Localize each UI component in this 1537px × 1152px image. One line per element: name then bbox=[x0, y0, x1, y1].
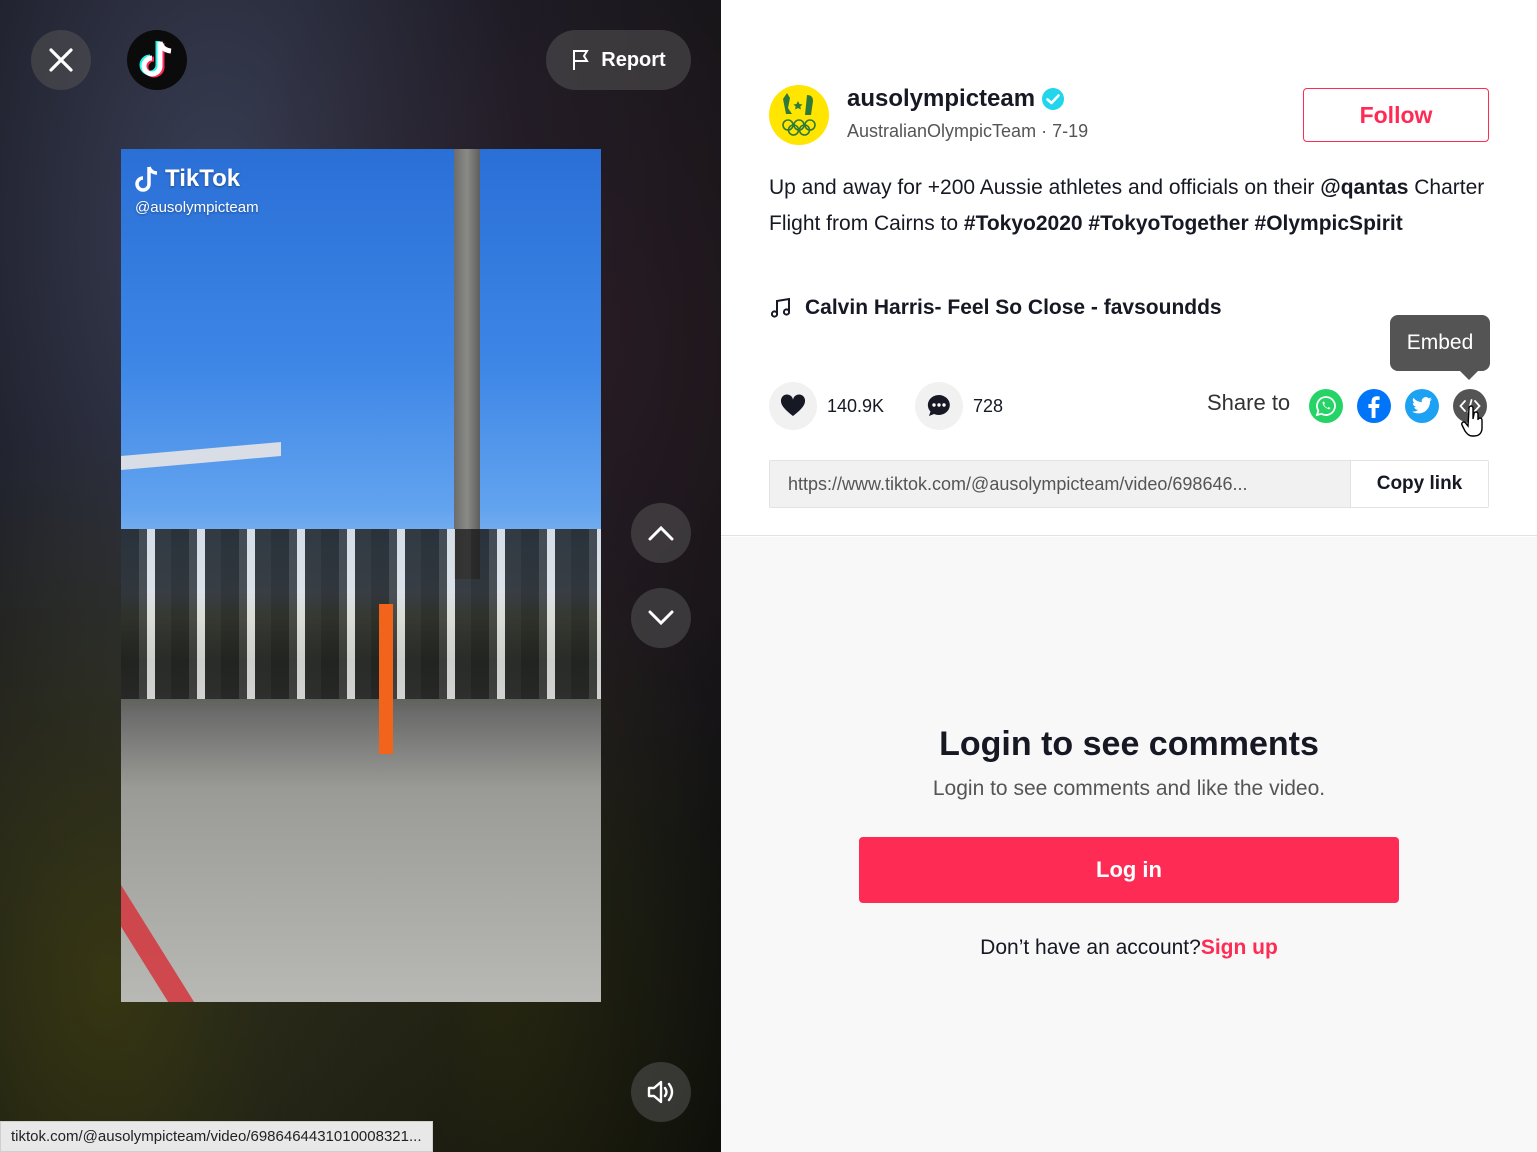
crowd bbox=[121, 529, 601, 699]
watermark-handle: @ausolympicteam bbox=[135, 199, 259, 216]
chevron-up-icon bbox=[648, 525, 674, 541]
meta-separator: · bbox=[1036, 121, 1053, 141]
volume-button[interactable] bbox=[631, 1062, 691, 1122]
signup-prompt: Don’t have an account? bbox=[980, 936, 1201, 959]
copy-link-button[interactable]: Copy link bbox=[1350, 461, 1488, 507]
login-button[interactable]: Log in bbox=[859, 837, 1399, 903]
music-link[interactable]: Calvin Harris- Feel So Close - favsoundd… bbox=[769, 296, 1222, 320]
login-gate-title: Login to see comments bbox=[939, 725, 1319, 763]
comment-button[interactable] bbox=[915, 382, 963, 430]
video-caption: Up and away for +200 Aussie athletes and… bbox=[769, 170, 1499, 242]
share-link-box: https://www.tiktok.com/@ausolympicteam/v… bbox=[769, 460, 1489, 508]
like-count: 140.9K bbox=[827, 395, 885, 416]
share-label: Share to bbox=[1207, 390, 1291, 415]
avatar[interactable] bbox=[769, 85, 829, 145]
hashtag-tokyotogether[interactable]: #TokyoTogether bbox=[1088, 212, 1248, 235]
heart-icon bbox=[780, 394, 806, 416]
twitter-icon bbox=[1412, 397, 1432, 414]
video-player[interactable]: TikTok @ausolympicteam bbox=[121, 149, 601, 1002]
status-bar-url: tiktok.com/@ausolympicteam/video/6986464… bbox=[0, 1121, 433, 1152]
music-note-icon bbox=[770, 297, 791, 318]
post-date: 7-19 bbox=[1052, 121, 1089, 141]
comment-stat: 728 bbox=[915, 382, 1003, 430]
share-whatsapp-button[interactable] bbox=[1309, 389, 1343, 423]
whatsapp-icon bbox=[1315, 396, 1336, 417]
signup-link[interactable]: Sign up bbox=[1201, 936, 1278, 959]
like-stat: 140.9K bbox=[769, 382, 884, 430]
hashtag-olympicspirit[interactable]: #OlympicSpirit bbox=[1255, 212, 1403, 235]
comments-panel: Login to see comments Login to see comme… bbox=[721, 537, 1537, 1152]
like-button[interactable] bbox=[769, 382, 817, 430]
report-button[interactable]: Report bbox=[546, 30, 691, 90]
traffic-pole bbox=[379, 604, 393, 754]
close-button[interactable] bbox=[31, 30, 91, 90]
close-icon bbox=[49, 48, 73, 72]
comment-icon bbox=[927, 394, 950, 416]
tiktok-logo-icon bbox=[139, 41, 172, 78]
follow-button[interactable]: Follow bbox=[1303, 88, 1489, 142]
report-label: Report bbox=[601, 48, 666, 71]
author-username[interactable]: ausolympicteam bbox=[847, 85, 1065, 113]
share-twitter-button[interactable] bbox=[1405, 389, 1439, 423]
plane-wing bbox=[121, 442, 281, 470]
comment-count: 728 bbox=[973, 395, 1004, 416]
music-title: Calvin Harris- Feel So Close - favsoundd… bbox=[805, 296, 1222, 319]
olympic-team-logo-icon bbox=[782, 93, 816, 136]
author-meta: AustralianOlympicTeam · 7-19 bbox=[847, 121, 1088, 142]
video-info-panel: ausolympicteam AustralianOlympicTeam · 7… bbox=[721, 0, 1537, 536]
watermark-brand: TikTok bbox=[165, 165, 241, 192]
previous-video-button[interactable] bbox=[631, 503, 691, 563]
login-gate-subtitle: Login to see comments and like the video… bbox=[932, 777, 1326, 800]
verified-badge-icon bbox=[1042, 88, 1065, 110]
hashtag-tokyo2020[interactable]: #Tokyo2020 bbox=[964, 212, 1083, 235]
flag-icon bbox=[573, 50, 590, 70]
tiktok-watermark-icon bbox=[135, 166, 158, 192]
signup-row: Don’t have an account?Sign up bbox=[721, 936, 1537, 960]
username-text: ausolympicteam bbox=[847, 85, 1036, 112]
caption-text-1: Up and away for +200 Aussie athletes and… bbox=[769, 176, 1321, 199]
author-nickname: AustralianOlympicTeam bbox=[847, 121, 1037, 141]
pole bbox=[454, 149, 480, 579]
chevron-down-icon bbox=[648, 610, 674, 626]
video-watermark: TikTok @ausolympicteam bbox=[135, 165, 259, 216]
next-video-button[interactable] bbox=[631, 588, 691, 648]
hand-cursor-icon bbox=[1461, 405, 1483, 437]
share-facebook-button[interactable] bbox=[1357, 389, 1391, 423]
embed-tooltip: Embed bbox=[1390, 315, 1490, 380]
share-link-field[interactable]: https://www.tiktok.com/@ausolympicteam/v… bbox=[770, 461, 1350, 507]
video-pane: Report TikTok @ausolympicteam bbox=[0, 0, 721, 1152]
facebook-icon bbox=[1368, 396, 1380, 418]
speaker-icon bbox=[647, 1080, 674, 1104]
red-stripe bbox=[121, 789, 284, 1002]
mention-qantas[interactable]: @qantas bbox=[1320, 176, 1408, 199]
tiktok-logo-button[interactable] bbox=[127, 30, 187, 90]
